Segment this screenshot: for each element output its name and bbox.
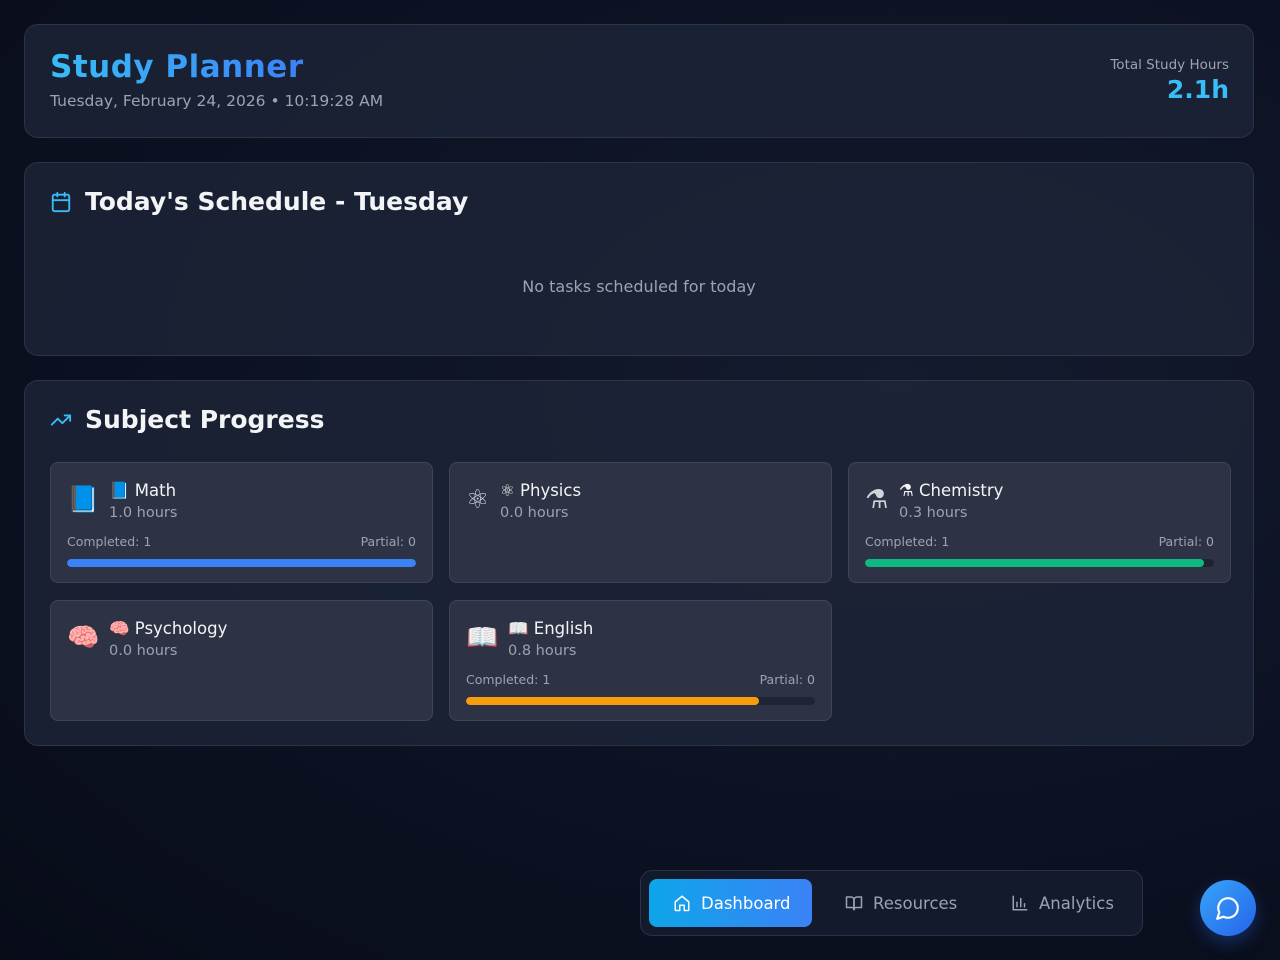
schedule-title: Today's Schedule - Tuesday bbox=[85, 187, 469, 216]
nav-resources-button[interactable]: Resources bbox=[835, 879, 975, 927]
subject-hours: 0.3 hours bbox=[899, 505, 968, 521]
schedule-panel: Today's Schedule - Tuesday No tasks sche… bbox=[24, 162, 1254, 356]
open-book-icon: 📖 bbox=[466, 623, 499, 653]
chat-button[interactable] bbox=[1200, 880, 1256, 936]
subject-hours: 0.8 hours bbox=[508, 643, 577, 659]
partial-count: Partial: 0 bbox=[759, 672, 815, 687]
current-datetime: Tuesday, February 24, 2026 • 10:19:28 AM bbox=[50, 92, 384, 110]
subject-card-grid: 📘 📘 Math 1.0 hours Completed: 1 Partial:… bbox=[50, 462, 1231, 721]
atom-icon: ⚛ bbox=[466, 485, 490, 515]
schedule-empty-message: No tasks scheduled for today bbox=[522, 277, 756, 296]
book-icon: 📘 bbox=[67, 485, 100, 515]
progress-bar bbox=[67, 559, 416, 567]
trending-up-icon bbox=[50, 409, 72, 431]
nav-dashboard-label: Dashboard bbox=[701, 893, 791, 913]
progress-bar bbox=[466, 697, 815, 705]
progress-bar-fill bbox=[865, 559, 1204, 567]
completed-count: Completed: 1 bbox=[67, 534, 152, 549]
bottom-nav: Dashboard Resources Analytics bbox=[640, 870, 1143, 936]
subject-card-math[interactable]: 📘 📘 Math 1.0 hours Completed: 1 Partial:… bbox=[50, 462, 433, 583]
progress-title: Subject Progress bbox=[85, 405, 325, 434]
nav-dashboard-button[interactable]: Dashboard bbox=[649, 879, 812, 927]
subject-name: 📖 English bbox=[508, 619, 594, 638]
partial-count: Partial: 0 bbox=[1158, 534, 1214, 549]
nav-analytics-button[interactable]: Analytics bbox=[1001, 879, 1131, 927]
progress-header: Subject Progress bbox=[50, 405, 324, 435]
book-open-icon bbox=[845, 894, 863, 912]
subject-card-english[interactable]: 📖 📖 English 0.8 hours Completed: 1 Parti… bbox=[449, 600, 832, 721]
bar-chart-icon bbox=[1011, 894, 1029, 912]
nav-resources-label: Resources bbox=[873, 893, 958, 913]
progress-bar bbox=[865, 559, 1214, 567]
subject-card-psychology[interactable]: 🧠 🧠 Psychology 0.0 hours bbox=[50, 600, 433, 721]
completed-count: Completed: 1 bbox=[865, 534, 950, 549]
subject-hours: 0.0 hours bbox=[500, 505, 569, 521]
header-panel: Study Planner Tuesday, February 24, 2026… bbox=[24, 24, 1254, 138]
subject-name: 🧠 Psychology bbox=[109, 619, 228, 638]
subject-progress-panel: Subject Progress 📘 📘 Math 1.0 hours Comp… bbox=[24, 380, 1254, 746]
subject-stats: Completed: 1 Partial: 0 bbox=[67, 534, 416, 550]
total-hours-label: Total Study Hours bbox=[1110, 57, 1229, 73]
partial-count: Partial: 0 bbox=[360, 534, 416, 549]
calendar-icon bbox=[50, 191, 72, 213]
completed-count: Completed: 1 bbox=[466, 672, 551, 687]
home-icon bbox=[673, 894, 691, 912]
app-title: Study Planner bbox=[50, 49, 304, 85]
subject-card-chemistry[interactable]: ⚗ ⚗ Chemistry 0.3 hours Completed: 1 Par… bbox=[848, 462, 1231, 583]
brain-icon: 🧠 bbox=[67, 623, 100, 653]
flask-icon: ⚗ bbox=[865, 485, 889, 515]
progress-bar-fill bbox=[67, 559, 416, 567]
subject-stats: Completed: 1 Partial: 0 bbox=[865, 534, 1214, 550]
progress-bar-fill bbox=[466, 697, 760, 705]
total-hours-value: 2.1h bbox=[1166, 75, 1229, 104]
subject-hours: 1.0 hours bbox=[109, 505, 178, 521]
subject-stats: Completed: 1 Partial: 0 bbox=[466, 672, 815, 688]
subject-name: 📘 Math bbox=[109, 481, 177, 500]
subject-hours: 0.0 hours bbox=[109, 643, 178, 659]
subject-card-physics[interactable]: ⚛ ⚛ Physics 0.0 hours bbox=[449, 462, 832, 583]
chat-bubble-icon bbox=[1215, 895, 1241, 921]
nav-analytics-label: Analytics bbox=[1039, 893, 1114, 913]
subject-name: ⚗ Chemistry bbox=[899, 481, 1004, 500]
schedule-header: Today's Schedule - Tuesday bbox=[50, 187, 468, 217]
subject-name: ⚛ Physics bbox=[500, 481, 582, 500]
